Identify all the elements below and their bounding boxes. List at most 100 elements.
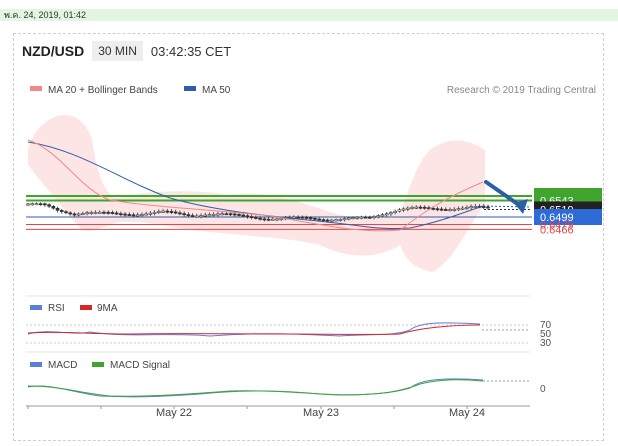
candle-body — [93, 211, 98, 214]
candle-body — [418, 206, 423, 209]
candle-body — [279, 218, 284, 220]
candle-body — [47, 204, 51, 207]
candle-body — [317, 218, 321, 221]
candle-body — [249, 216, 254, 219]
candle-body — [262, 218, 267, 221]
ma9-legend: 9MA — [97, 303, 118, 314]
candle-body — [182, 213, 186, 216]
candle-body — [258, 217, 262, 220]
candle-body — [157, 211, 161, 213]
candle-body — [211, 214, 216, 216]
candle-body — [165, 210, 170, 213]
candle-body — [439, 208, 444, 211]
candle-body — [368, 216, 372, 219]
rsi-tick-30: 30 — [540, 338, 552, 349]
candle-body — [81, 213, 85, 215]
candle-body — [144, 213, 148, 216]
candle-body — [110, 212, 115, 214]
candle-body — [152, 211, 157, 214]
candle-body — [127, 214, 132, 216]
candle-body — [266, 218, 271, 221]
candle-body — [380, 214, 385, 217]
x-label-may24: May 24 — [449, 407, 485, 419]
candle-body — [465, 207, 469, 209]
candle-body — [26, 203, 30, 206]
candle-body — [38, 203, 43, 206]
candle-body — [123, 213, 127, 216]
candle-body — [452, 208, 457, 211]
candle-body — [397, 209, 402, 212]
candle-body — [190, 215, 195, 217]
candle-body — [355, 216, 359, 219]
research-credit: Research © 2019 Trading Central — [447, 85, 596, 96]
rsi-9ma-line — [27, 324, 481, 335]
candle-body — [169, 211, 174, 213]
ma20-legend-swatch — [30, 86, 42, 91]
candle-body — [325, 219, 330, 222]
candle-body — [220, 213, 224, 216]
candle-body — [435, 208, 440, 211]
candle-body — [245, 215, 250, 218]
candle-body — [85, 212, 89, 215]
candle-body — [384, 213, 389, 216]
macd-signal-legend: MACD Signal — [110, 360, 170, 371]
candle-body — [203, 214, 208, 217]
macd-legend: MACD — [48, 360, 77, 371]
candle-body — [43, 203, 47, 206]
rsi-legend: RSI — [48, 303, 65, 314]
candle-body — [376, 215, 381, 218]
rsi-legend-swatch — [30, 305, 42, 310]
candle-body — [456, 208, 461, 211]
candle-body — [443, 209, 448, 211]
candle-body — [140, 214, 144, 216]
candle-body — [59, 210, 64, 212]
candle-body — [460, 207, 465, 210]
candle-body — [106, 211, 110, 214]
macd-signal-line — [27, 379, 484, 397]
candle-body — [351, 217, 355, 220]
x-label-may22: May 22 — [156, 407, 192, 419]
candle-body — [346, 217, 351, 220]
candle-body — [30, 203, 35, 206]
candle-body — [216, 213, 220, 216]
candle-body — [72, 213, 77, 216]
candle-body — [254, 217, 258, 219]
candle-body — [148, 212, 153, 215]
candle-body — [401, 208, 406, 211]
ma9-legend-swatch — [80, 305, 92, 310]
candle-body — [68, 212, 73, 215]
candle-body — [300, 216, 305, 219]
level-label-0.6466: 0.6466 — [540, 224, 574, 236]
candle-body — [469, 206, 473, 209]
candle-body — [338, 219, 343, 221]
candle-body — [410, 207, 414, 209]
candle-body — [330, 219, 334, 222]
candle-body — [89, 212, 94, 214]
candle-body — [224, 213, 229, 216]
candle-body — [389, 212, 393, 215]
candle-body — [334, 219, 338, 222]
candle-body — [237, 214, 241, 216]
ma50-legend: MA 50 — [202, 85, 231, 96]
candle-body — [178, 212, 182, 215]
candle-body — [232, 213, 237, 216]
candle-body — [304, 216, 309, 219]
candle-body — [393, 210, 397, 213]
candle-body — [55, 207, 60, 211]
candle-body — [64, 211, 68, 214]
candle-body — [173, 211, 178, 214]
candle-body — [34, 203, 39, 206]
candle-body — [359, 216, 364, 219]
candle-body — [422, 206, 427, 209]
candle-body — [76, 213, 81, 216]
candle-body — [161, 210, 165, 213]
candle-body — [275, 218, 279, 221]
candle-body — [406, 207, 410, 210]
candle-body — [481, 206, 486, 208]
candle-body — [372, 216, 376, 218]
candle-body — [228, 213, 233, 216]
candle-body — [473, 205, 478, 208]
rsi-panel — [26, 322, 530, 344]
candle-body — [131, 214, 136, 217]
candle-body — [114, 212, 119, 215]
